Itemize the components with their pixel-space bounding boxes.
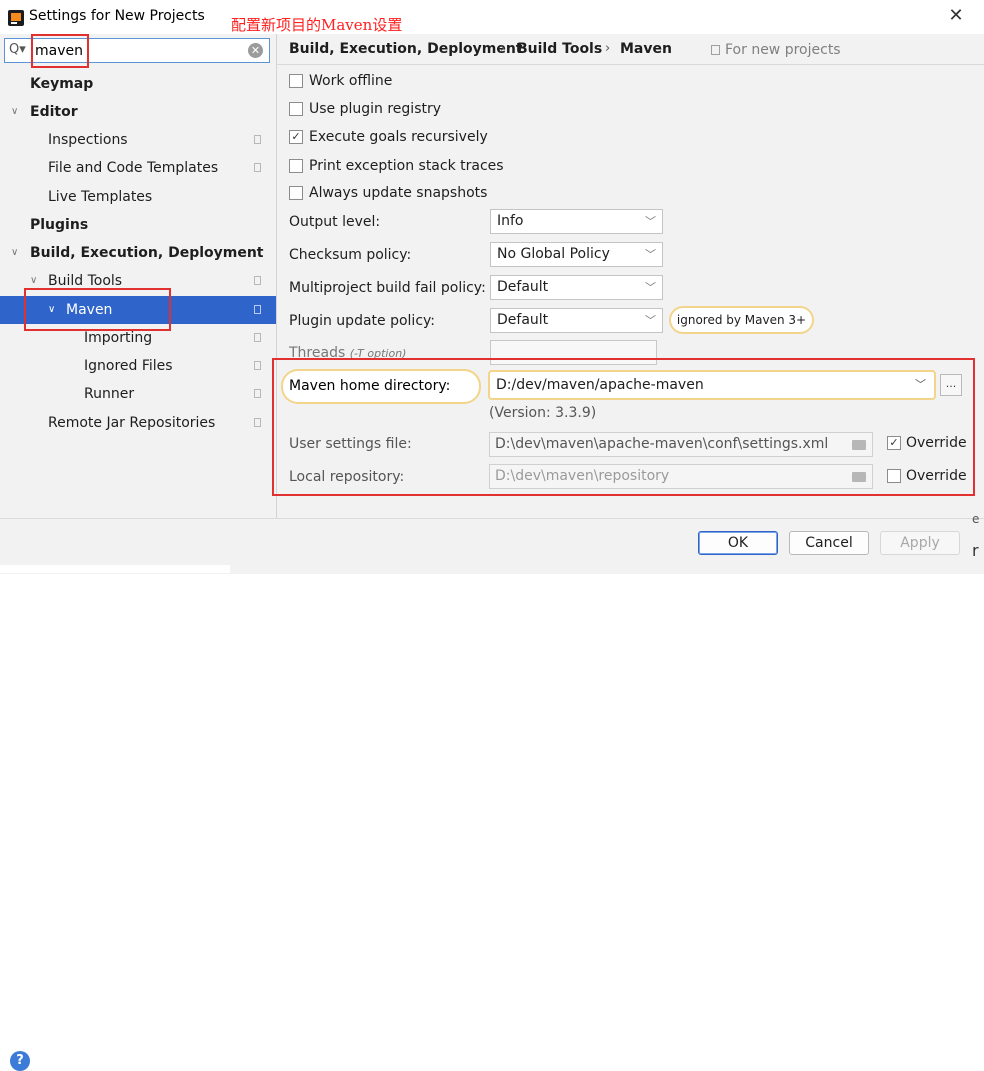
settings-window: Settings for New Projects 配置新项目的Maven设置 … <box>0 0 984 1071</box>
apply-button[interactable]: Apply <box>880 531 960 555</box>
checkbox-label: Work offline <box>309 73 393 89</box>
checkbox-label: Always update snapshots <box>309 185 488 201</box>
multiproject-policy-select[interactable]: Default ﹀ <box>490 275 663 300</box>
sidebar-item-live-templates[interactable]: Live Templates <box>0 183 276 211</box>
sidebar-item-file-templates[interactable]: File and Code Templates <box>0 154 276 182</box>
sidebar-item-inspections[interactable]: Inspections <box>0 126 276 154</box>
maven3-tooltip: ignored by Maven 3+ <box>669 306 814 334</box>
sidebar: Q▾ ✕ Keymap ∨ Editor Inspections File an… <box>0 34 277 518</box>
project-scope-icon <box>254 305 261 314</box>
sidebar-item-runner[interactable]: Runner <box>0 380 276 408</box>
chevron-down-icon: ﹀ <box>645 314 656 327</box>
checkbox-box[interactable] <box>289 159 303 173</box>
sidebar-item-keymap[interactable]: Keymap <box>0 70 276 98</box>
project-scope-icon <box>254 333 261 342</box>
close-icon[interactable]: ✕ <box>944 4 968 28</box>
select-value: Default <box>497 312 549 328</box>
sidebar-item-ignored-files[interactable]: Ignored Files <box>0 352 276 380</box>
sidebar-item-label: Editor <box>30 104 78 120</box>
multiproject-policy-label: Multiproject build fail policy: <box>289 280 486 296</box>
background-strip <box>0 565 230 573</box>
window-title: Settings for New Projects <box>29 8 205 24</box>
checkbox-box[interactable] <box>289 74 303 88</box>
breadcrumb-separator: › <box>605 41 611 56</box>
checkbox-box[interactable] <box>289 102 303 116</box>
checkbox-box[interactable] <box>289 186 303 200</box>
checkbox-label: Use plugin registry <box>309 101 442 117</box>
expand-arrow-icon[interactable]: ∨ <box>11 239 18 267</box>
checkbox-label: Print exception stack traces <box>309 158 504 174</box>
sidebar-item-label: Inspections <box>48 132 128 148</box>
sidebar-item-label: Runner <box>84 386 135 402</box>
chevron-down-icon: ﹀ <box>645 248 656 261</box>
maven-node-highlight-box <box>24 288 171 331</box>
background-text-fragment: e <box>972 512 980 526</box>
sidebar-item-label: Build, Execution, Deployment <box>30 245 264 261</box>
select-value: Default <box>497 279 549 295</box>
scope-label: For new projects <box>711 42 841 58</box>
sidebar-item-label: File and Code Templates <box>48 160 219 176</box>
search-icon[interactable]: Q▾ <box>9 42 27 57</box>
sidebar-item-editor[interactable]: ∨ Editor <box>0 98 276 126</box>
project-scope-icon <box>254 163 261 172</box>
project-scope-icon <box>254 361 261 370</box>
sidebar-item-build-execution[interactable]: ∨ Build, Execution, Deployment <box>0 239 276 267</box>
project-scope-icon <box>254 418 261 427</box>
plugin-update-select[interactable]: Default ﹀ <box>490 308 663 333</box>
project-scope-icon <box>254 276 261 285</box>
sidebar-item-label: Keymap <box>30 76 94 92</box>
chevron-down-icon: ﹀ <box>645 281 656 294</box>
clear-search-icon[interactable]: ✕ <box>248 43 263 58</box>
chevron-down-icon: ﹀ <box>645 215 656 228</box>
breadcrumb-separator: › <box>500 41 506 56</box>
breadcrumb: Build, Execution, Deployment › Build Too… <box>277 34 984 65</box>
breadcrumb-item: Build, Execution, Deployment <box>289 41 523 57</box>
sidebar-item-label: Live Templates <box>48 189 153 205</box>
help-icon[interactable]: ? <box>10 1051 30 1071</box>
project-scope-icon <box>254 389 261 398</box>
search-highlight-box <box>31 34 89 68</box>
sidebar-item-label: Ignored Files <box>84 358 173 374</box>
select-value: No Global Policy <box>497 246 610 262</box>
sidebar-item-remote-jar[interactable]: Remote Jar Repositories <box>0 409 276 437</box>
sidebar-item-label: Plugins <box>30 217 89 233</box>
background-text-fragment: r <box>972 541 979 560</box>
annotation-text: 配置新项目的Maven设置 <box>231 16 403 34</box>
maven-paths-highlight-box <box>272 358 975 496</box>
breadcrumb-item: Build Tools <box>517 41 603 57</box>
select-value: Info <box>497 213 524 229</box>
sidebar-item-label: Remote Jar Repositories <box>48 415 216 431</box>
sidebar-item-plugins[interactable]: Plugins <box>0 211 276 239</box>
checksum-policy-label: Checksum policy: <box>289 247 412 263</box>
breadcrumb-item: Maven <box>620 41 672 57</box>
project-scope-icon <box>711 45 720 55</box>
title-bar: Settings for New Projects 配置新项目的Maven设置 … <box>0 0 984 34</box>
project-scope-icon <box>254 135 261 144</box>
scope-text: For new projects <box>725 42 841 58</box>
ok-button[interactable]: OK <box>698 531 778 555</box>
cancel-button[interactable]: Cancel <box>789 531 869 555</box>
checkbox-label: Execute goals recursively <box>309 129 488 145</box>
output-level-select[interactable]: Info ﹀ <box>490 209 663 234</box>
intellij-app-icon <box>8 10 24 26</box>
checksum-policy-select[interactable]: No Global Policy ﹀ <box>490 242 663 267</box>
plugin-update-label: Plugin update policy: <box>289 313 435 329</box>
output-level-label: Output level: <box>289 214 381 230</box>
expand-arrow-icon[interactable]: ∨ <box>11 98 18 126</box>
checkbox-box[interactable]: ✓ <box>289 130 303 144</box>
